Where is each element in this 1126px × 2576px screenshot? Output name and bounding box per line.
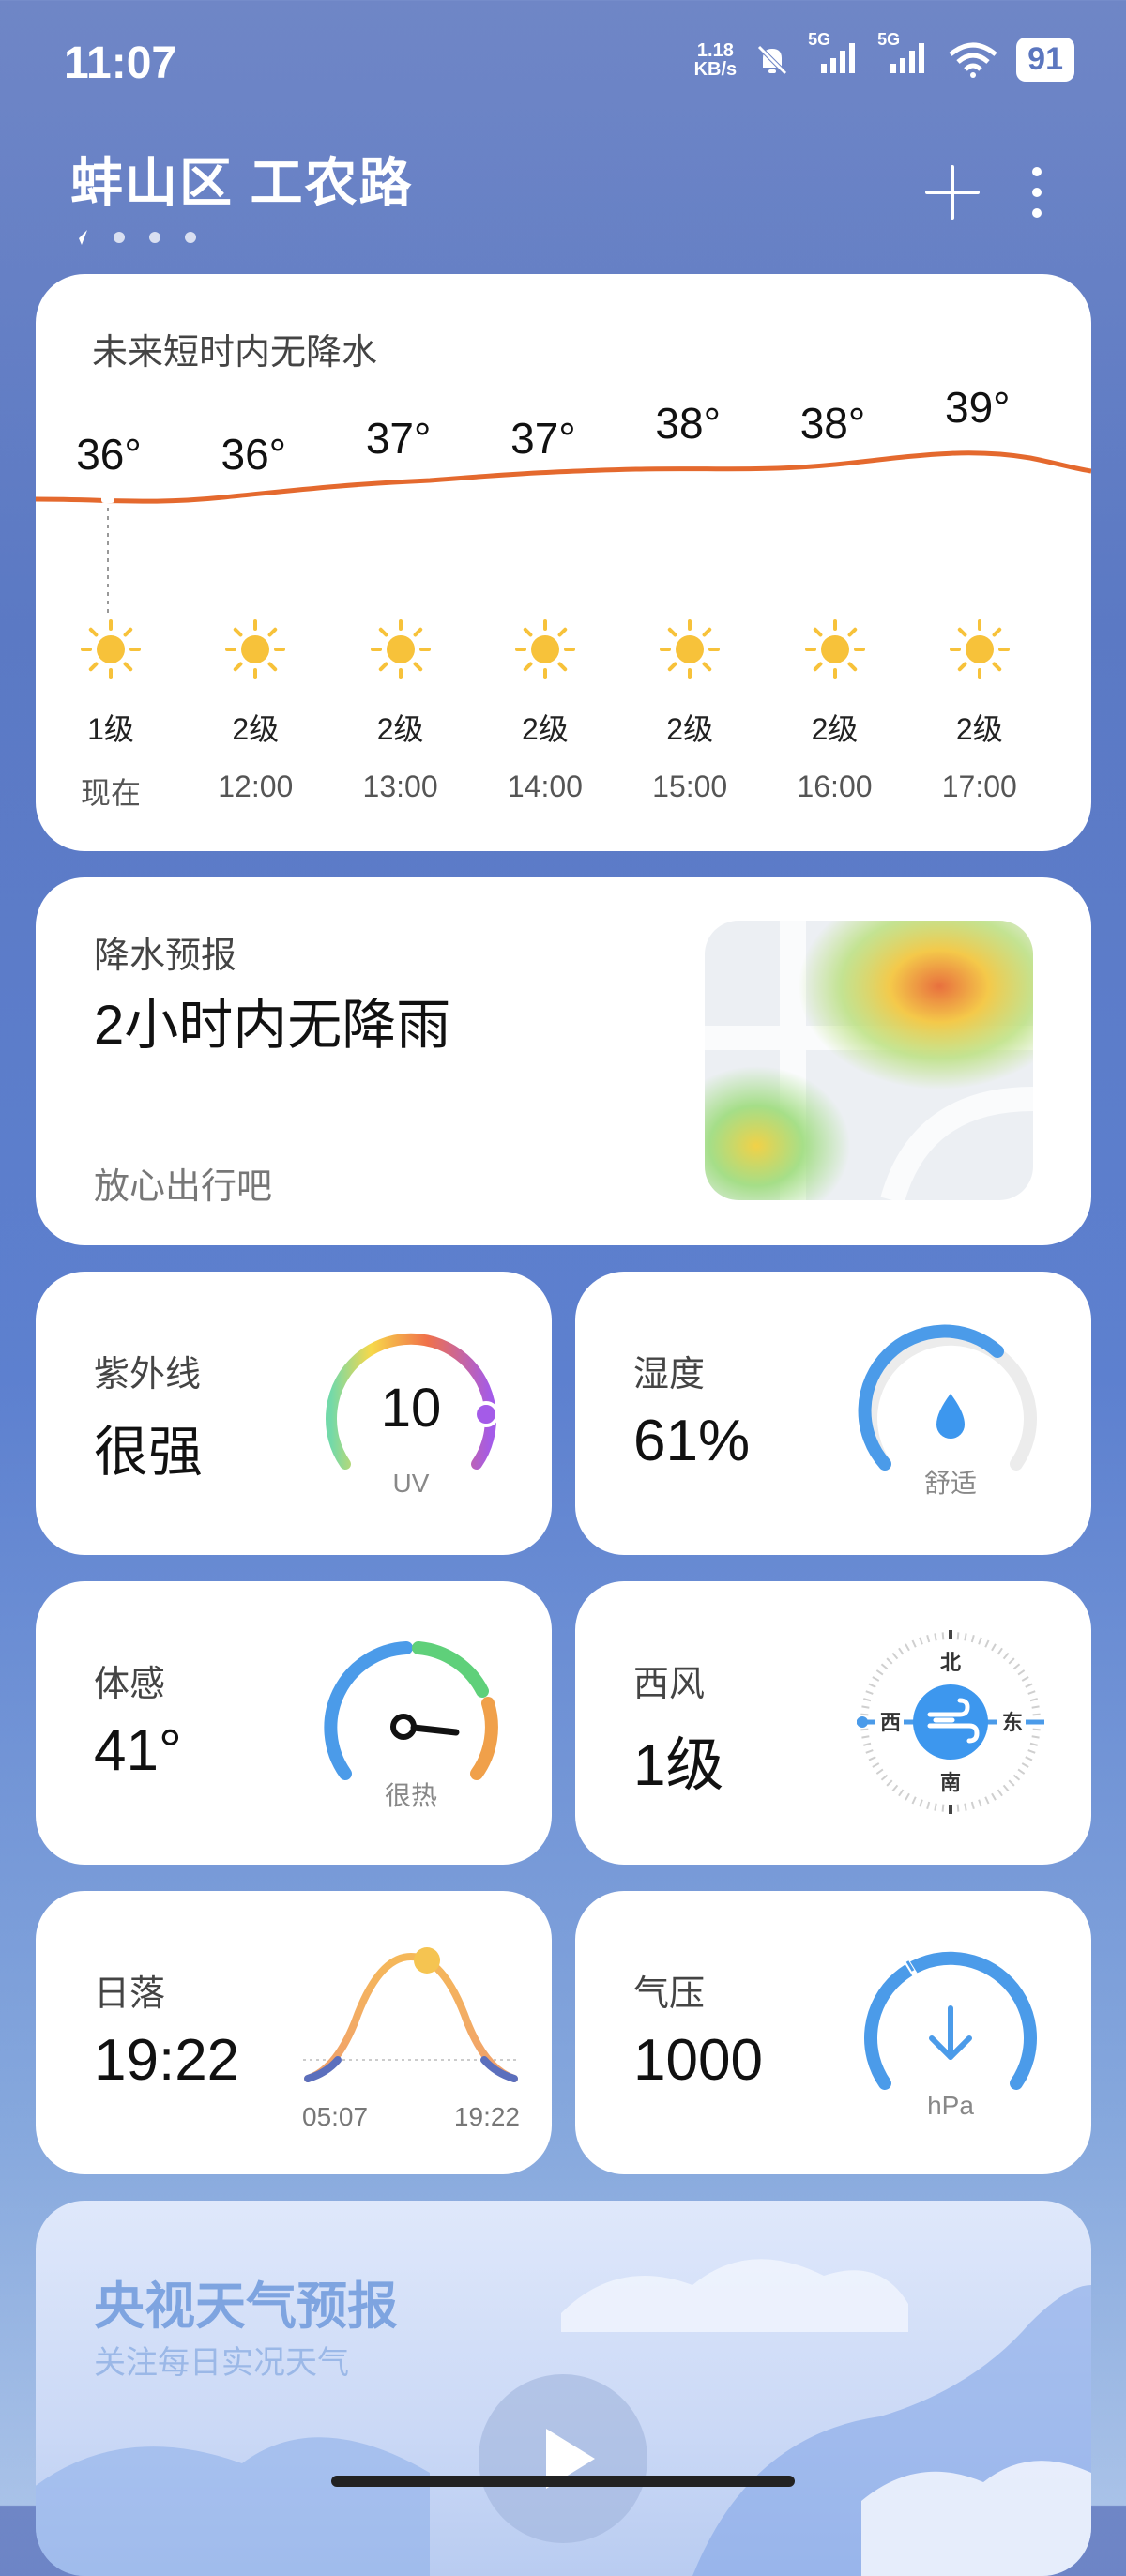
add-city-icon[interactable] bbox=[920, 160, 985, 225]
sun-path-chart: 05:07 19:22 bbox=[302, 1947, 520, 2131]
precip-headline: 2小时内无降雨 bbox=[94, 995, 451, 1056]
wind-value: 1级 bbox=[633, 1733, 724, 1798]
humidity-comfort: 舒适 bbox=[924, 1469, 977, 1498]
compass-north: 北 bbox=[940, 1651, 961, 1674]
uv-index: 10 bbox=[381, 1378, 442, 1439]
video-card-subtitle: 关注每日实况天气 bbox=[94, 2345, 349, 2381]
status-icons: 1.18 KB/s 5G 5G 91 bbox=[693, 30, 1074, 82]
sunset-card[interactable]: 日落 19:22 05:07 19:22 bbox=[36, 1891, 552, 2174]
sunset-time: 19:22 bbox=[454, 2102, 520, 2131]
hour-wind-level: 2级 bbox=[666, 712, 714, 746]
hour-time: 13:00 bbox=[362, 770, 438, 803]
precip-label: 降水预报 bbox=[94, 937, 237, 976]
hour-time: 15:00 bbox=[652, 770, 728, 803]
hour-wind-level: 2级 bbox=[376, 712, 424, 746]
hour-time: 现在 bbox=[80, 776, 141, 810]
sunny-icon bbox=[370, 619, 431, 679]
humidity-gauge: 舒适 bbox=[858, 1324, 1037, 1498]
arrow-down-icon bbox=[929, 2005, 972, 2060]
page-dot bbox=[149, 232, 160, 243]
sunny-icon bbox=[81, 619, 141, 679]
sim2-signal-icon: 5G bbox=[877, 30, 930, 82]
location-arrow-icon bbox=[72, 230, 87, 245]
humidity-label: 湿度 bbox=[633, 1355, 706, 1395]
page-dot bbox=[185, 232, 196, 243]
play-button[interactable] bbox=[479, 2374, 647, 2543]
sunny-icon bbox=[514, 619, 575, 679]
pressure-label: 气压 bbox=[633, 1974, 706, 2014]
uv-gauge: 10 UV bbox=[326, 1333, 499, 1498]
sim1-signal-icon: 5G bbox=[808, 30, 860, 82]
hour-wind-level: 2级 bbox=[521, 712, 569, 746]
compass-south: 南 bbox=[940, 1771, 961, 1794]
uv-value: 很强 bbox=[94, 1422, 204, 1483]
pressure-value: 1000 bbox=[633, 2028, 763, 2093]
mute-bell-icon bbox=[757, 44, 787, 75]
temperature-curve bbox=[36, 450, 1091, 617]
sunrise-time: 05:07 bbox=[302, 2102, 368, 2131]
sunset-label: 日落 bbox=[94, 1974, 166, 2014]
status-bar: 11:07 1.18 KB/s 5G 5G 91 bbox=[0, 0, 1126, 131]
feels-value: 41° bbox=[94, 1718, 182, 1783]
wind-card[interactable]: 西风 1级 北 南 西 东 bbox=[575, 1581, 1091, 1865]
hour-time: 16:00 bbox=[797, 770, 873, 803]
location-header[interactable]: 蚌山区 工农路 bbox=[70, 141, 414, 247]
wind-compass: 北 南 西 东 bbox=[857, 1630, 1044, 1814]
hour-temp: 37° bbox=[510, 414, 576, 463]
hour-wind-level: 2级 bbox=[232, 712, 280, 746]
precip-radar-map[interactable] bbox=[705, 921, 1033, 1200]
hour-wind-level: 2级 bbox=[811, 712, 859, 746]
hour-temp: 37° bbox=[365, 414, 432, 463]
sunny-icon bbox=[804, 619, 865, 679]
sunny-icon bbox=[660, 619, 721, 679]
feels-label: 体感 bbox=[94, 1665, 166, 1704]
cctv-weather-card[interactable]: 央视天气预报 关注每日实况天气 bbox=[36, 2201, 1091, 2576]
hour-time: 17:00 bbox=[941, 770, 1017, 803]
video-card-title: 央视天气预报 bbox=[94, 2279, 398, 2335]
sunny-icon bbox=[949, 619, 1010, 679]
hourly-forecast-card[interactable]: 未来短时内无降水 36° 1级 现在 36° 2级 12:00 37° 2级 13:00 37° 2… bbox=[36, 274, 1091, 851]
hour-time: 12:00 bbox=[218, 770, 294, 803]
play-icon bbox=[546, 2429, 595, 2489]
hour-temp: 38° bbox=[799, 399, 866, 448]
pressure-unit: hPa bbox=[927, 2091, 974, 2120]
status-time: 11:07 bbox=[64, 38, 177, 88]
battery-indicator: 91 bbox=[1016, 38, 1074, 82]
page-dot bbox=[114, 232, 125, 243]
hour-temp: 38° bbox=[655, 399, 721, 448]
page-indicator bbox=[70, 228, 414, 247]
pressure-card[interactable]: 气压 1000 hPa bbox=[575, 1891, 1091, 2174]
humidity-card[interactable]: 湿度 61% 舒适 bbox=[575, 1272, 1091, 1555]
uv-unit: UV bbox=[393, 1469, 430, 1498]
feels-like-card[interactable]: 体感 41° 很热 bbox=[36, 1581, 552, 1865]
network-speed: 1.18 KB/s bbox=[693, 39, 738, 80]
compass-east: 东 bbox=[1002, 1711, 1023, 1734]
hour-time: 14:00 bbox=[507, 770, 583, 803]
hour-temp: 36° bbox=[76, 430, 142, 479]
sunny-icon bbox=[225, 619, 286, 679]
pressure-gauge: hPa bbox=[864, 1951, 1037, 2120]
sun-position-icon bbox=[414, 1947, 440, 1974]
wind-label: 西风 bbox=[633, 1665, 706, 1704]
wifi-icon bbox=[949, 42, 997, 78]
location-title[interactable]: 蚌山区 工农路 bbox=[70, 141, 414, 217]
uv-card[interactable]: 紫外线 很强 10 UV bbox=[36, 1272, 552, 1555]
hour-wind-level: 2级 bbox=[955, 712, 1003, 746]
hour-wind-level: 1级 bbox=[87, 712, 134, 746]
feels-gauge: 很热 bbox=[324, 1641, 498, 1810]
more-menu-icon[interactable] bbox=[1027, 164, 1046, 221]
precip-note: 放心出行吧 bbox=[94, 1167, 273, 1207]
humidity-value: 61% bbox=[633, 1409, 751, 1473]
uv-label: 紫外线 bbox=[94, 1355, 202, 1395]
sunset-value: 19:22 bbox=[94, 2028, 240, 2093]
feels-desc: 很热 bbox=[385, 1781, 437, 1810]
hour-temp: 39° bbox=[945, 383, 1011, 432]
water-drop-icon bbox=[936, 1394, 965, 1439]
hour-temp: 36° bbox=[221, 430, 287, 479]
precipitation-card[interactable]: 降水预报 2小时内无降雨 放心出行吧 bbox=[36, 877, 1091, 1245]
compass-west: 西 bbox=[880, 1711, 901, 1734]
home-indicator[interactable] bbox=[331, 2476, 795, 2487]
